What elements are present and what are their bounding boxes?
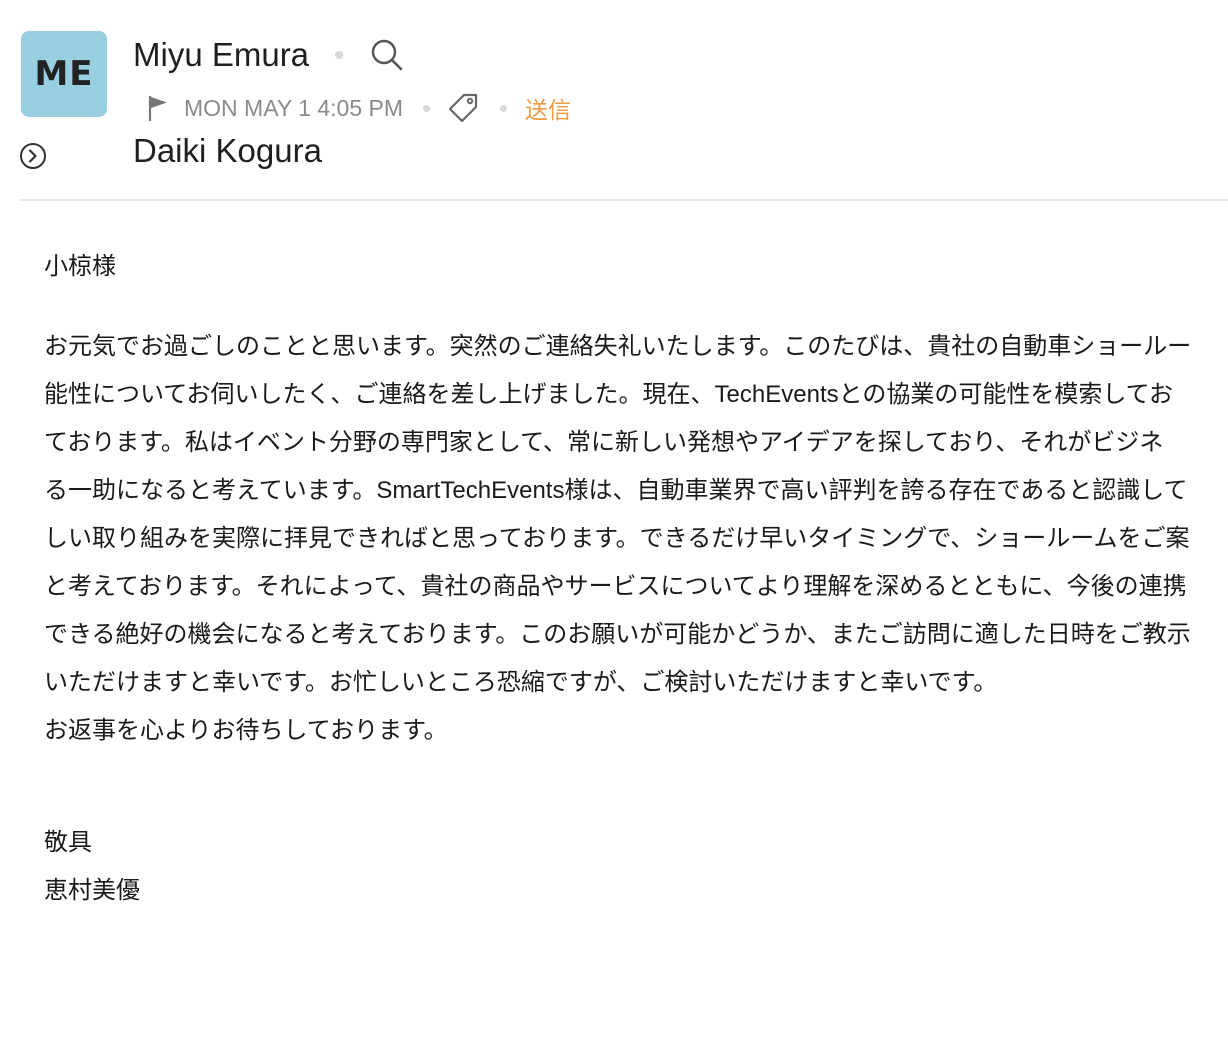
email-header: ME Miyu Emura MON MAY 1 4:05 PM 送信 Daiki… <box>0 0 1228 202</box>
signature: 恵村美優 <box>44 877 140 904</box>
body-line: と考えております。それによって、貴社の商品やサービスについてより理解を深めるとと… <box>44 573 1187 600</box>
body-line: いただけますと幸いです。お忙しいところ恐縮ですが、ご検討いただけますと幸いです。 <box>44 669 998 696</box>
folder-label[interactable]: 送信 <box>525 91 571 125</box>
body-line: 能性についてお伺いしたく、ご連絡を差し上げました。現在、TechEventsとの… <box>44 381 1173 408</box>
avatar: ME <box>21 31 107 117</box>
flag-icon[interactable] <box>144 93 172 123</box>
avatar-initials: ME <box>34 54 94 94</box>
separator-dot <box>423 104 430 112</box>
body-line: できる絶好の機会になると考えております。このお願いが可能かどうか、またご訪問に適… <box>44 621 1191 648</box>
sender-name[interactable]: Miyu Emura <box>133 36 309 74</box>
body-line: しい取り組みを実際に拝見できればと思っております。できるだけ早いタイミングで、シ… <box>44 525 1190 552</box>
tag-icon[interactable] <box>446 91 480 125</box>
chevron-right-circle-icon[interactable] <box>19 142 47 170</box>
separator-dot <box>500 104 507 112</box>
sent-date: MON MAY 1 4:05 PM <box>184 94 403 121</box>
sender-row: Miyu Emura <box>133 32 405 78</box>
search-icon[interactable] <box>369 37 405 73</box>
email-body: 小椋様 お元気でお過ごしのことと思います。突然のご連絡失礼いたします。このたびは… <box>44 245 1228 945</box>
recipient-name[interactable]: Daiki Kogura <box>133 132 322 170</box>
body-line: お元気でお過ごしのことと思います。突然のご連絡失礼いたします。このたびは、貴社の… <box>44 333 1192 360</box>
meta-row: MON MAY 1 4:05 PM 送信 <box>144 88 571 128</box>
greeting: 小椋様 <box>44 253 116 280</box>
separator-dot <box>335 51 344 59</box>
body-line: る一助になると考えています。SmartTechEvents様は、自動車業界で高い… <box>44 477 1188 504</box>
closing: 敬具 <box>44 829 92 856</box>
body-line: ております。私はイベント分野の専門家として、常に新しい発想やアイデアを探しており… <box>44 429 1164 456</box>
header-divider <box>20 199 1228 201</box>
body-line: お返事を心よりお待ちしております。 <box>44 717 448 744</box>
